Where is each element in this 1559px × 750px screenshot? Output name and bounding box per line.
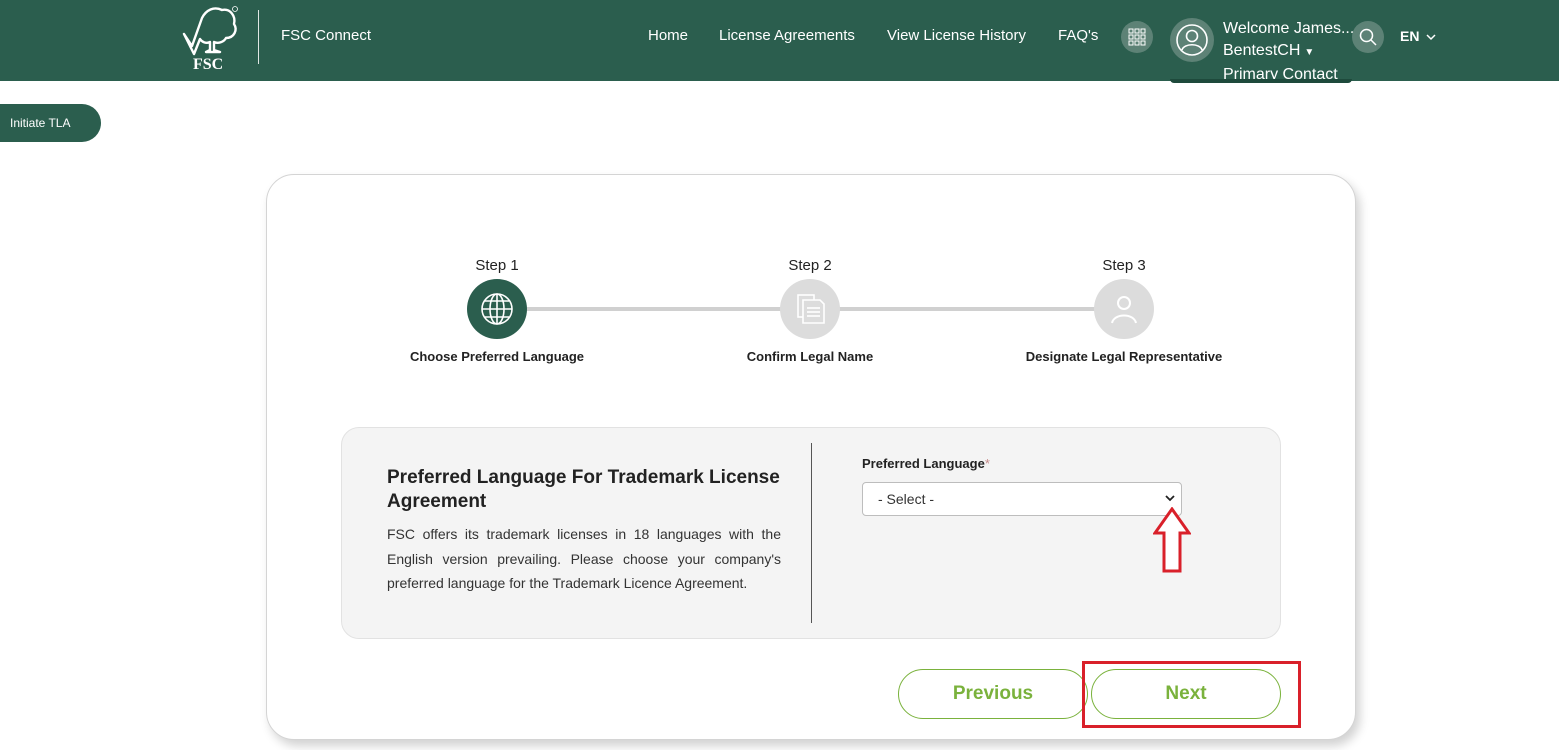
user-menu-underline: [1170, 79, 1352, 83]
panel-title: Preferred Language For Trademark License…: [387, 467, 780, 512]
account-name: BentestCH: [1223, 42, 1301, 59]
annotation-arrow-icon: [1153, 507, 1191, 573]
grid-icon: [1128, 28, 1146, 46]
app-name[interactable]: FSC Connect: [281, 27, 371, 44]
step-2-label: Confirm Legal Name: [746, 349, 874, 364]
search-icon: [1359, 28, 1377, 46]
logo-divider: [258, 10, 259, 64]
step-connector-1: [525, 307, 781, 311]
nav-license-agreements[interactable]: License Agreements: [719, 27, 855, 44]
step-1-number: Step 1: [475, 257, 519, 274]
user-circle-icon: [1176, 24, 1208, 56]
search-button[interactable]: [1352, 21, 1384, 53]
caret-down-icon: ▼: [1304, 47, 1315, 58]
top-navigation-bar: FSC FSC Connect Home License Agreements …: [0, 0, 1559, 83]
step-2-circle[interactable]: [780, 279, 840, 339]
step-2-number: Step 2: [788, 257, 832, 274]
step-3-label: Designate Legal Representative: [1025, 349, 1223, 364]
user-avatar[interactable]: [1170, 18, 1214, 62]
select-value: - Select -: [878, 491, 935, 507]
field-label-text: Preferred Language: [862, 456, 985, 471]
previous-button[interactable]: Previous: [898, 669, 1088, 719]
language-code: EN: [1400, 28, 1420, 44]
step-1-circle[interactable]: [467, 279, 527, 339]
document-icon: [797, 294, 825, 324]
panel-description: FSC offers its trademark licenses in 18 …: [387, 526, 781, 591]
logo-text: FSC: [193, 56, 223, 72]
step-3-circle[interactable]: [1094, 279, 1154, 339]
nav-view-license-history[interactable]: View License History: [887, 27, 1026, 44]
globe-icon: [481, 293, 513, 325]
step-3-number: Step 3: [1102, 257, 1146, 274]
chevron-down-icon: [1165, 495, 1175, 502]
language-selector[interactable]: EN: [1400, 28, 1436, 44]
required-marker: *: [984, 456, 990, 471]
fsc-logo-icon[interactable]: FSC: [180, 4, 240, 72]
step-1-label: Choose Preferred Language: [409, 349, 585, 364]
welcome-text: Welcome James...: [1223, 20, 1355, 37]
nav-faq[interactable]: FAQ's: [1058, 27, 1098, 44]
annotation-highlight-box: [1082, 661, 1301, 728]
panel-divider: [811, 443, 812, 623]
initiate-tla-button[interactable]: Initiate TLA: [0, 104, 101, 142]
chevron-down-icon: [1426, 34, 1436, 41]
user-menu[interactable]: Welcome James... BentestCH ▼ Primary Cont…: [1223, 18, 1354, 86]
step-connector-2: [838, 307, 1096, 311]
nav-home[interactable]: Home: [648, 27, 688, 44]
person-icon: [1111, 296, 1137, 324]
preferred-language-select[interactable]: - Select -: [862, 482, 1182, 516]
preferred-language-label: Preferred Language*: [862, 456, 990, 471]
apps-grid-button[interactable]: [1121, 21, 1153, 53]
account-dropdown[interactable]: BentestCH ▼: [1223, 40, 1354, 64]
